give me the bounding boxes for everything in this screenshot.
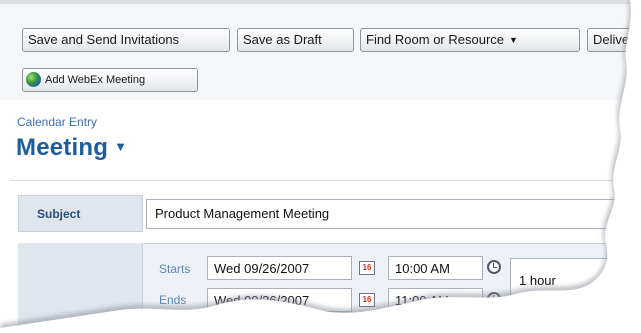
window-edge (0, 0, 641, 4)
calendar-icon[interactable]: 16 (359, 261, 375, 275)
save-and-send-label: Save and Send Invitations (28, 32, 180, 47)
delivery-options-label: Deliver (593, 32, 634, 47)
delivery-options-button[interactable]: Deliver (587, 28, 641, 52)
find-room-button[interactable]: Find Room or Resource ▼ (360, 28, 580, 52)
save-and-send-button[interactable]: Save and Send Invitations (22, 28, 230, 52)
start-date-input[interactable]: Wed 09/26/2007 (207, 256, 352, 280)
subject-label: Subject (37, 207, 81, 221)
calendar-entry-page: Save and Send Invitations Save as Draft … (0, 0, 641, 333)
starts-label: Starts (159, 262, 191, 276)
divider (10, 180, 641, 181)
webex-globe-icon (26, 71, 41, 87)
chevron-down-icon: ▼ (509, 35, 518, 45)
save-as-draft-button[interactable]: Save as Draft (237, 28, 354, 52)
duration-field[interactable]: 1 hour (510, 258, 641, 310)
end-time-input[interactable]: 11:00 AM (388, 288, 483, 312)
end-date-input[interactable]: Wed 09/26/2007 (207, 288, 352, 312)
page-title-text: Meeting (16, 134, 109, 161)
when-label-cell (18, 243, 143, 333)
chevron-down-icon: ▼ (114, 139, 128, 154)
subject-label-cell: Subject (18, 195, 143, 232)
page-title[interactable]: Meeting ▼ (16, 134, 127, 162)
start-time-input[interactable]: 10:00 AM (388, 256, 483, 280)
find-room-label: Find Room or Resource (366, 32, 504, 47)
add-webex-meeting-button[interactable]: Add WebEx Meeting (22, 68, 198, 92)
calendar-icon[interactable]: 16 (359, 293, 375, 307)
clock-icon[interactable] (487, 260, 501, 274)
breadcrumb: Calendar Entry (17, 115, 98, 129)
clock-icon[interactable] (487, 292, 501, 306)
save-as-draft-label: Save as Draft (243, 32, 322, 47)
ends-label: Ends (159, 293, 187, 307)
add-webex-meeting-label: Add WebEx Meeting (45, 74, 146, 86)
subject-input[interactable]: Product Management Meeting (146, 199, 638, 229)
